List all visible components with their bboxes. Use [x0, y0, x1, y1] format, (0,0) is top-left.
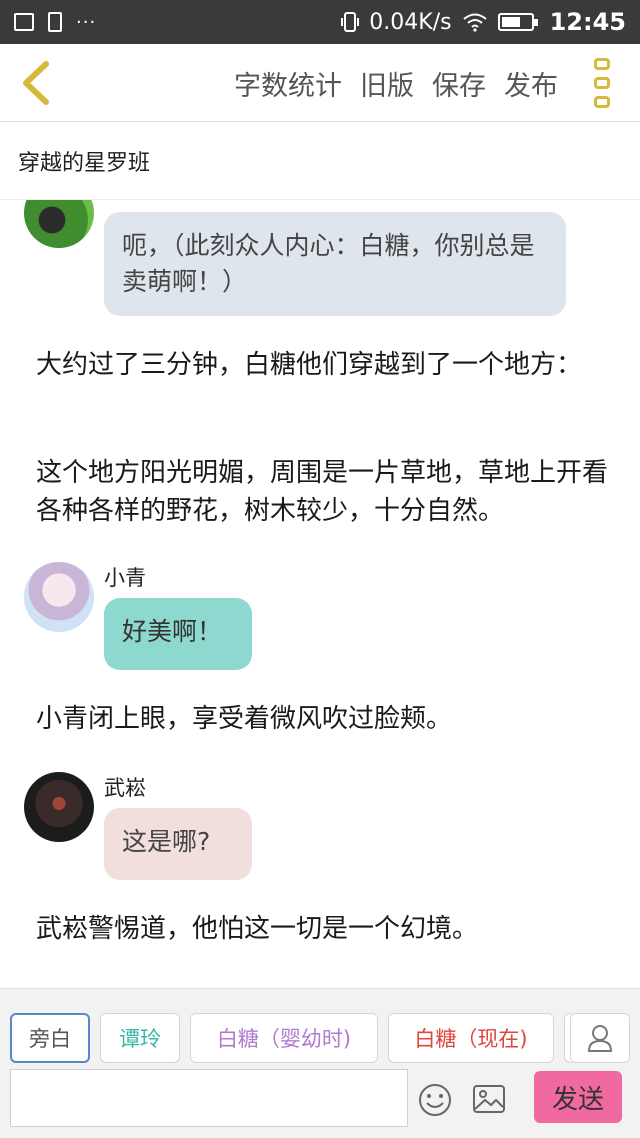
network-speed: 0.04K/s: [369, 9, 452, 35]
word-count-button[interactable]: 字数统计: [234, 64, 342, 103]
dialogue-bubble[interactable]: 这是哪?: [104, 808, 252, 880]
message-input[interactable]: [10, 1069, 408, 1127]
story-content[interactable]: 呃，（此刻众人内心：白糖，你别总是卖萌啊！） 大约过了三分钟，白糖他们穿越到了一…: [0, 200, 640, 988]
back-arrow-icon[interactable]: [18, 60, 54, 106]
role-chip-baitang-now[interactable]: 白糖（现在): [388, 1013, 554, 1063]
composer-panel: 旁白 谭玲 白糖（婴幼时) 白糖（现在) 发送: [0, 988, 640, 1138]
speaker-name: 武崧: [104, 776, 146, 800]
user-icon: [587, 1025, 613, 1052]
narration-text[interactable]: 大约过了三分钟，白糖他们穿越到了一个地方：: [36, 346, 616, 384]
emoji-icon[interactable]: [418, 1083, 452, 1117]
narration-text[interactable]: 这个地方阳光明媚，周围是一片草地，草地上开看各种各样的野花，树木较少，十分自然。: [36, 454, 616, 530]
status-bar: ··· 0.04K/s 12:45: [0, 0, 640, 44]
clock: 12:45: [549, 8, 626, 36]
send-button[interactable]: 发送: [534, 1071, 622, 1123]
sim-card-icon: [48, 12, 62, 32]
battery-icon: [497, 13, 538, 31]
role-manager-button[interactable]: [570, 1013, 630, 1063]
publish-button[interactable]: 发布: [504, 64, 558, 103]
narration-text[interactable]: 小青闭上眼，享受着微风吹过脸颊。: [36, 700, 616, 738]
avatar[interactable]: [24, 200, 94, 248]
role-chip-tanling[interactable]: 谭玲: [100, 1013, 180, 1063]
speaker-name: 小青: [104, 566, 146, 590]
vibrate-icon: [341, 12, 360, 32]
dialogue-bubble[interactable]: 好美啊！: [104, 598, 252, 670]
narration-text[interactable]: 武崧警惕道，他怕这一切是一个幻境。: [36, 910, 616, 948]
old-version-button[interactable]: 旧版: [360, 64, 414, 103]
avatar-wusong[interactable]: [24, 772, 94, 842]
more-menu-icon[interactable]: [594, 58, 614, 108]
image-notification-icon: [14, 13, 34, 31]
save-button[interactable]: 保存: [432, 64, 486, 103]
more-notifications-icon: ···: [76, 11, 97, 33]
role-chip-narrator[interactable]: 旁白: [10, 1013, 90, 1063]
role-chip-baitang-baby[interactable]: 白糖（婴幼时): [190, 1013, 378, 1063]
story-title: 穿越的星罗班: [0, 122, 640, 200]
dialogue-bubble[interactable]: 呃，（此刻众人内心：白糖，你别总是卖萌啊！）: [104, 212, 566, 316]
avatar-xiaoqing[interactable]: [24, 562, 94, 632]
image-icon[interactable]: [472, 1084, 506, 1114]
editor-toolbar: 字数统计 旧版 保存 发布: [0, 44, 640, 122]
wifi-icon: [462, 13, 487, 32]
